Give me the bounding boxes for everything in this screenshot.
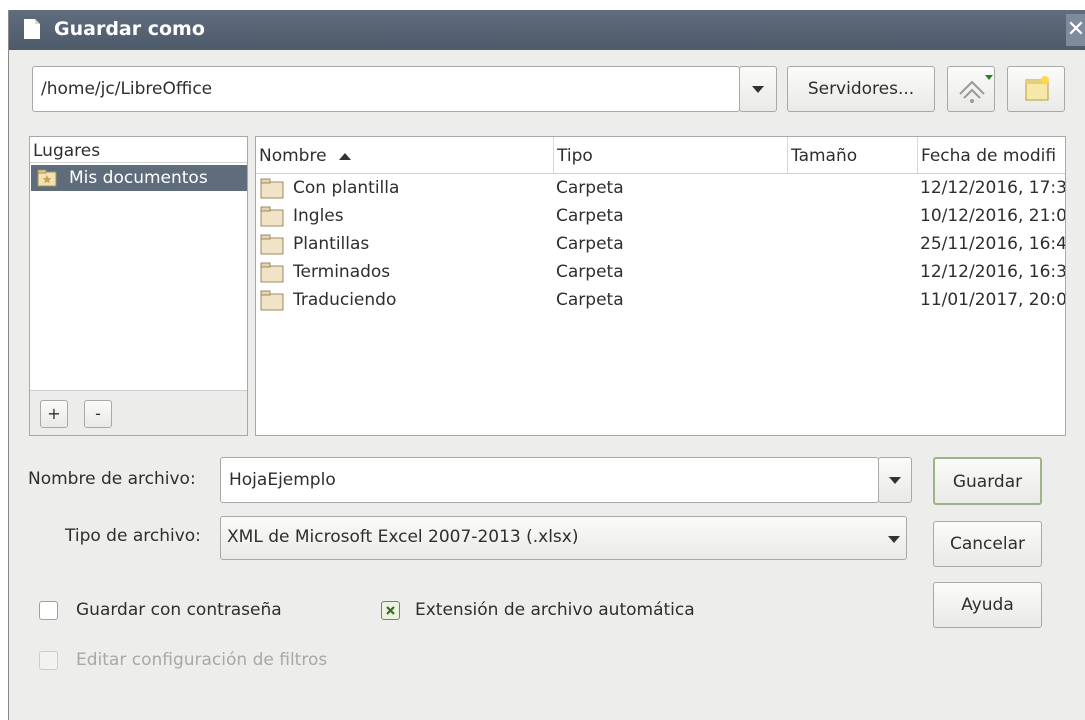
auto-extension-label: Extensión de archivo automática <box>415 600 695 620</box>
save-button[interactable]: Guardar <box>933 457 1042 505</box>
file-date: 25/11/2016, 16:4 <box>920 234 1066 254</box>
folder-up-icon <box>959 75 993 103</box>
table-row[interactable]: Plantillas Carpeta 25/11/2016, 16:4 <box>256 230 1065 258</box>
folder-icon <box>260 177 284 204</box>
table-row[interactable]: Ingles Carpeta 10/12/2016, 21:0 <box>256 202 1065 230</box>
filetype-label: Tipo de archivo: <box>65 526 201 546</box>
column-header-size[interactable]: Tamaño <box>788 137 918 173</box>
auto-extension-checkbox[interactable] <box>381 601 400 620</box>
file-size <box>791 258 911 286</box>
edit-filters-checkbox <box>39 651 58 670</box>
filetype-select[interactable]: XML de Microsoft Excel 2007-2013 (.xlsx) <box>220 516 907 560</box>
file-date: 11/01/2017, 20:0 <box>920 290 1066 310</box>
table-row[interactable]: Con plantilla Carpeta 12/12/2016, 17:3 <box>256 174 1065 202</box>
chevron-down-icon <box>752 85 764 93</box>
sort-ascending-icon <box>338 153 351 160</box>
folder-icon <box>260 261 284 288</box>
edit-filters-label: Editar configuración de filtros <box>76 650 328 670</box>
file-name: Ingles <box>293 206 344 226</box>
save-as-dialog: Guardar como ✕ /home/jc/LibreOffice Serv… <box>8 10 1085 720</box>
file-name: Plantillas <box>293 234 370 254</box>
folder-icon <box>260 233 284 260</box>
up-level-button[interactable] <box>947 66 995 112</box>
dialog-title: Guardar como <box>54 18 205 40</box>
file-date: 12/12/2016, 16:3 <box>920 262 1066 282</box>
column-header-name[interactable]: Nombre <box>256 137 554 173</box>
column-header-type[interactable]: Tipo <box>554 137 788 173</box>
document-icon <box>23 18 41 45</box>
file-type: Carpeta <box>556 290 624 310</box>
file-name: Traduciendo <box>293 290 397 310</box>
servers-button[interactable]: Servidores... <box>787 66 935 112</box>
cancel-button[interactable]: Cancelar <box>933 521 1042 567</box>
file-list-header: Nombre Tipo Tamaño Fecha de modifi <box>256 137 1065 174</box>
add-place-button[interactable]: + <box>40 400 68 428</box>
file-size <box>791 174 911 202</box>
folder-icon <box>260 289 284 316</box>
file-list[interactable]: Nombre Tipo Tamaño Fecha de modifi Con p… <box>255 136 1066 436</box>
file-date: 10/12/2016, 21:0 <box>920 206 1066 226</box>
file-size <box>791 230 911 258</box>
file-name: Terminados <box>293 262 391 282</box>
column-header-date[interactable]: Fecha de modifi <box>918 137 1065 173</box>
new-folder-icon <box>1025 76 1049 101</box>
places-panel: Lugares Mis documentos + - <box>29 136 248 436</box>
filename-input[interactable]: HojaEjemplo <box>220 457 879 503</box>
favorite-folder-icon <box>37 169 57 195</box>
check-icon <box>386 606 395 615</box>
file-type: Carpeta <box>556 234 624 254</box>
places-item-label: Mis documentos <box>69 168 208 188</box>
path-dropdown-button[interactable] <box>739 66 777 112</box>
table-row[interactable]: Traduciendo Carpeta 11/01/2017, 20:0 <box>256 286 1065 314</box>
help-button[interactable]: Ayuda <box>933 582 1042 628</box>
chevron-down-icon <box>888 536 900 543</box>
file-size <box>791 202 911 230</box>
file-date: 12/12/2016, 17:3 <box>920 178 1066 198</box>
file-type: Carpeta <box>556 178 624 198</box>
password-label: Guardar con contraseña <box>76 600 282 620</box>
places-item-mis-documentos[interactable]: Mis documentos <box>31 165 247 191</box>
password-checkbox[interactable] <box>39 601 58 620</box>
filename-label: Nombre de archivo: <box>28 469 196 489</box>
title-bar: Guardar como ✕ <box>9 10 1085 50</box>
places-header: Lugares <box>30 137 247 163</box>
close-button[interactable]: ✕ <box>1066 14 1085 46</box>
places-toolbar: + - <box>30 390 247 435</box>
file-type: Carpeta <box>556 206 624 226</box>
new-folder-button[interactable] <box>1007 66 1065 112</box>
remove-place-button[interactable]: - <box>84 400 112 428</box>
file-size <box>791 286 911 314</box>
chevron-down-icon <box>889 476 901 484</box>
path-field[interactable]: /home/jc/LibreOffice <box>32 66 740 112</box>
file-name: Con plantilla <box>293 178 400 198</box>
filetype-value: XML de Microsoft Excel 2007-2013 (.xlsx) <box>227 527 579 547</box>
table-row[interactable]: Terminados Carpeta 12/12/2016, 16:3 <box>256 258 1065 286</box>
filename-dropdown-button[interactable] <box>878 457 912 503</box>
file-type: Carpeta <box>556 262 624 282</box>
folder-icon <box>260 205 284 232</box>
